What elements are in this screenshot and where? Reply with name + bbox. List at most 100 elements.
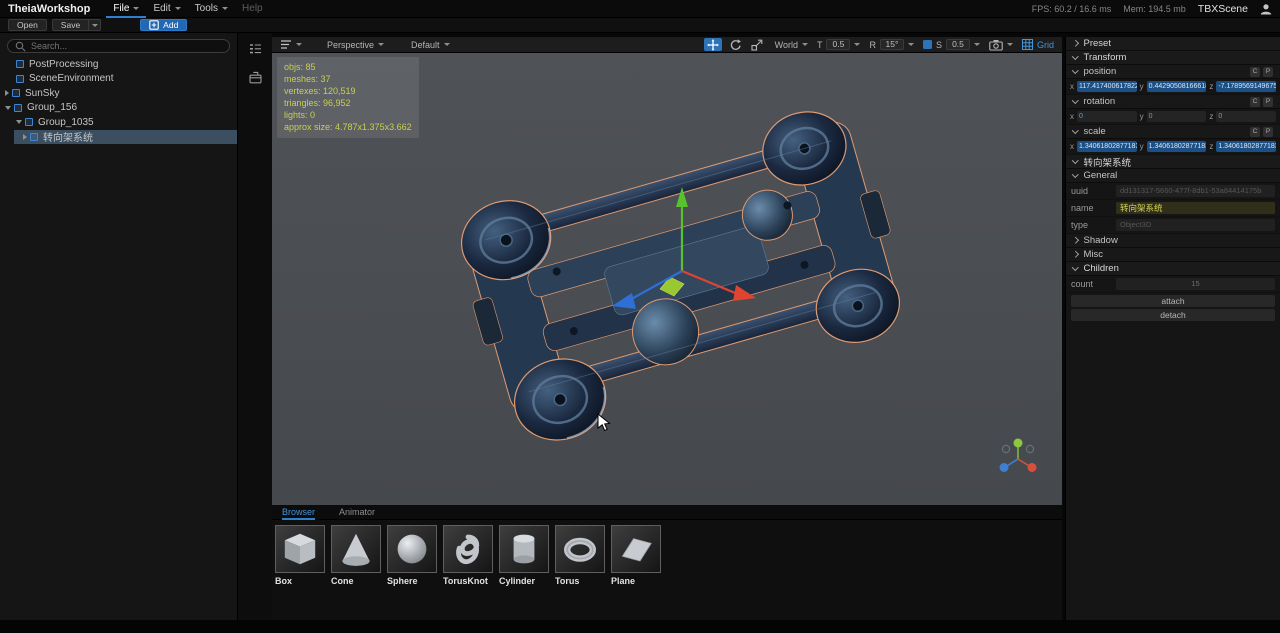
copy-button[interactable]: C: [1250, 97, 1260, 107]
save-dropdown-button[interactable]: [89, 19, 101, 31]
outliner-panel-button[interactable]: [247, 41, 263, 57]
position-y-input[interactable]: 0.4429050816661803: [1147, 81, 1207, 92]
chevron-down-icon: [222, 7, 228, 10]
section-transform[interactable]: Transform: [1066, 51, 1280, 65]
menu-help[interactable]: Help: [235, 0, 270, 18]
axis-gizmo[interactable]: [996, 435, 1040, 479]
scale-y-input[interactable]: 1.3406180287718383: [1147, 141, 1207, 152]
asset-thumbnail[interactable]: [387, 525, 437, 573]
asset-sphere[interactable]: Sphere: [387, 525, 440, 586]
bottom-tabbar: Browser Animator: [272, 505, 1062, 520]
asset-thumbnail[interactable]: [555, 525, 605, 573]
uuid-value: dd131317-5660-477f-8db1-53a84414175b: [1116, 185, 1275, 197]
tab-browser[interactable]: Browser: [282, 505, 315, 520]
section-scale[interactable]: scale C P: [1066, 125, 1280, 139]
snap-scale-checkbox[interactable]: [923, 40, 932, 49]
scale-tool-button[interactable]: [748, 38, 766, 51]
section-rotation[interactable]: rotation C P: [1066, 95, 1280, 109]
snap-scale-value[interactable]: 0.5: [946, 39, 970, 50]
viewport-menu-button[interactable]: [280, 39, 302, 50]
caret-down-icon[interactable]: [5, 106, 11, 110]
cube-icon: [16, 60, 24, 68]
search-box[interactable]: [7, 39, 230, 53]
attach-button[interactable]: attach: [1071, 295, 1275, 307]
paste-button[interactable]: P: [1263, 67, 1273, 77]
scale-z-input[interactable]: 1.3406180287718383: [1216, 141, 1276, 152]
viewport-canvas[interactable]: objs: 85 meshes: 37 vertexes: 120,519 tr…: [272, 53, 1062, 505]
open-button[interactable]: Open: [8, 19, 47, 31]
tab-animator[interactable]: Animator: [339, 505, 375, 520]
axis-x-ball[interactable]: [1028, 463, 1037, 472]
asset-thumbnail[interactable]: [611, 525, 661, 573]
chevron-down-icon[interactable]: [908, 43, 914, 46]
rotation-y-input[interactable]: 0: [1147, 111, 1207, 122]
asset-thumbnail[interactable]: [275, 525, 325, 573]
chevron-down-icon[interactable]: [854, 43, 860, 46]
axis-neg-ball[interactable]: [1002, 445, 1009, 452]
scale-x-input[interactable]: 1.3406180287718383: [1077, 141, 1137, 152]
asset-browser-panel: Browser Animator Box Cone: [272, 505, 1062, 620]
asset-cylinder[interactable]: Cylinder: [499, 525, 552, 586]
user-icon[interactable]: [1260, 3, 1272, 15]
projection-dropdown[interactable]: Perspective: [327, 40, 384, 50]
snap-rotate-value[interactable]: 15°: [880, 39, 904, 50]
package-icon: [249, 71, 262, 84]
caret-right-icon[interactable]: [5, 90, 9, 96]
assets-panel-button[interactable]: [247, 69, 263, 85]
asset-torusknot[interactable]: TorusKnot: [443, 525, 496, 586]
menu-file[interactable]: File: [106, 0, 146, 18]
camera-capture-button[interactable]: [989, 39, 1013, 51]
detach-button[interactable]: detach: [1071, 309, 1275, 321]
axis-neg-ball[interactable]: [1026, 445, 1033, 452]
section-children[interactable]: Children: [1066, 262, 1280, 276]
tree-item-group1035[interactable]: Group_1035: [0, 115, 237, 130]
section-object[interactable]: 转向架系统: [1066, 155, 1280, 169]
inspector-panel: Preset Transform position C P x117.41740…: [1065, 37, 1280, 620]
rotation-z-input[interactable]: 0: [1216, 111, 1276, 122]
axis-z-ball[interactable]: [1000, 463, 1009, 472]
position-z-input[interactable]: -7.178956914967597: [1216, 81, 1276, 92]
search-input[interactable]: [31, 41, 222, 51]
paste-button[interactable]: P: [1263, 97, 1273, 107]
rotation-x-input[interactable]: 0: [1077, 111, 1137, 122]
add-button[interactable]: Add: [140, 19, 187, 31]
asset-box[interactable]: Box: [275, 525, 328, 586]
section-position[interactable]: position C P: [1066, 65, 1280, 79]
asset-cone[interactable]: Cone: [331, 525, 384, 586]
asset-torus[interactable]: Torus: [555, 525, 608, 586]
copy-button[interactable]: C: [1250, 67, 1260, 77]
section-misc[interactable]: Misc: [1066, 248, 1280, 262]
caret-down-icon[interactable]: [16, 120, 22, 124]
translate-tool-button[interactable]: [704, 38, 722, 51]
shading-dropdown[interactable]: Default: [411, 40, 450, 50]
tree-item-postprocessing[interactable]: PostProcessing: [0, 57, 237, 72]
chevron-down-icon[interactable]: [974, 43, 980, 46]
section-shadow[interactable]: Shadow: [1066, 234, 1280, 248]
menu-tools[interactable]: Tools: [188, 0, 235, 18]
grid-toggle[interactable]: Grid: [1022, 39, 1054, 50]
menu-edit[interactable]: Edit: [146, 0, 187, 18]
tree-item-bogie-selected[interactable]: 转向架系统: [14, 130, 237, 145]
tree-item-sceneenvironment[interactable]: SceneEnvironment: [0, 72, 237, 87]
rotate-tool-button[interactable]: [726, 38, 744, 51]
tree-item-sunsky[interactable]: SunSky: [0, 86, 237, 101]
axis-y-ball[interactable]: [1014, 439, 1023, 448]
cube-icon: [16, 75, 24, 83]
caret-right-icon[interactable]: [23, 134, 27, 140]
section-preset[interactable]: Preset: [1066, 37, 1280, 51]
section-general[interactable]: General: [1066, 169, 1280, 183]
save-button[interactable]: Save: [52, 19, 89, 31]
position-x-input[interactable]: 117.41740061782245: [1077, 81, 1137, 92]
paste-button[interactable]: P: [1263, 127, 1273, 137]
tree-item-group156[interactable]: Group_156: [0, 101, 237, 116]
asset-thumbnail[interactable]: [499, 525, 549, 573]
name-input[interactable]: 转向架系统: [1116, 202, 1275, 214]
snap-translate-value[interactable]: 0.5: [826, 39, 850, 50]
asset-thumbnail[interactable]: [443, 525, 493, 573]
asset-thumbnail[interactable]: [331, 525, 381, 573]
copy-button[interactable]: C: [1250, 127, 1260, 137]
space-dropdown[interactable]: World: [775, 40, 808, 50]
children-count-value: 15: [1116, 278, 1275, 290]
asset-plane[interactable]: Plane: [611, 525, 664, 586]
bogie-model[interactable]: [447, 97, 922, 454]
